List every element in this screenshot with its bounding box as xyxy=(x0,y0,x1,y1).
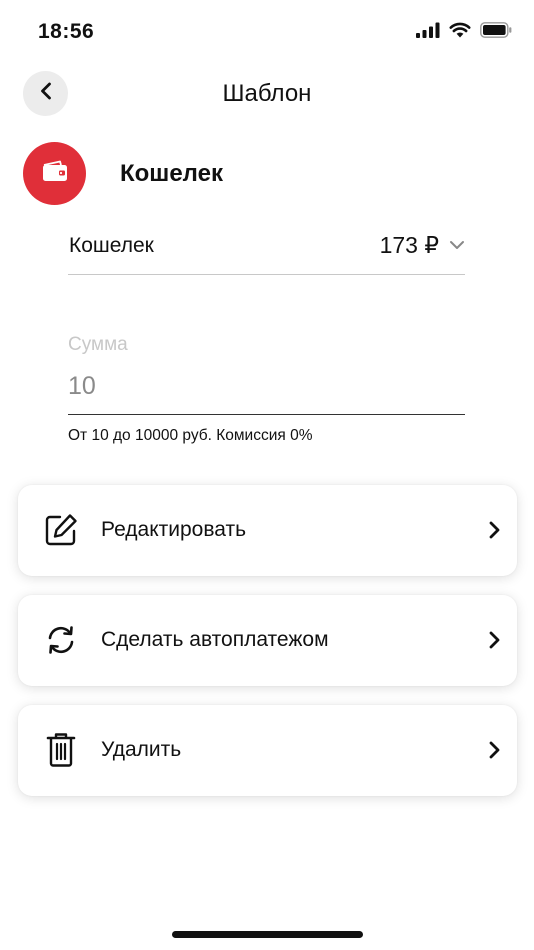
autopay-action-card[interactable]: Сделать автоплатежом xyxy=(18,595,517,686)
home-indicator[interactable] xyxy=(172,931,363,938)
edit-action-label: Редактировать xyxy=(101,518,247,541)
template-screen: 18:56 Шаблон Кошелек Кошелек 173 ₽ Сумма… xyxy=(0,0,534,950)
amount-hint: От 10 до 10000 руб. Комиссия 0% xyxy=(68,427,313,444)
refresh-icon xyxy=(43,622,79,658)
battery-icon xyxy=(480,22,512,43)
status-time: 18:56 xyxy=(38,20,95,43)
chevron-right-icon xyxy=(487,629,501,656)
delete-action-label: Удалить xyxy=(101,738,182,761)
amount-input[interactable]: 10 xyxy=(68,366,465,415)
edit-action-card[interactable]: Редактировать xyxy=(18,485,517,576)
autopay-action-label: Сделать автоплатежом xyxy=(101,628,329,651)
wallet-icon xyxy=(42,160,68,187)
chevron-right-icon xyxy=(487,519,501,546)
page-title: Шаблон xyxy=(222,80,312,107)
delete-action-card[interactable]: Удалить xyxy=(18,705,517,796)
wifi-icon xyxy=(449,22,471,43)
account-select[interactable]: Кошелек 173 ₽ xyxy=(68,226,465,275)
edit-icon xyxy=(43,512,79,548)
amount-value: 10 xyxy=(68,372,96,400)
amount-label: Сумма xyxy=(68,334,128,355)
trash-icon xyxy=(43,732,79,768)
cellular-signal-icon xyxy=(416,22,440,43)
wallet-avatar xyxy=(23,142,86,205)
chevron-right-icon xyxy=(487,739,501,766)
account-label: Кошелек xyxy=(69,234,154,257)
account-balance: 173 ₽ xyxy=(379,232,439,258)
template-name: Кошелек xyxy=(120,160,223,187)
status-icons xyxy=(416,22,512,43)
chevron-down-icon xyxy=(449,238,465,256)
